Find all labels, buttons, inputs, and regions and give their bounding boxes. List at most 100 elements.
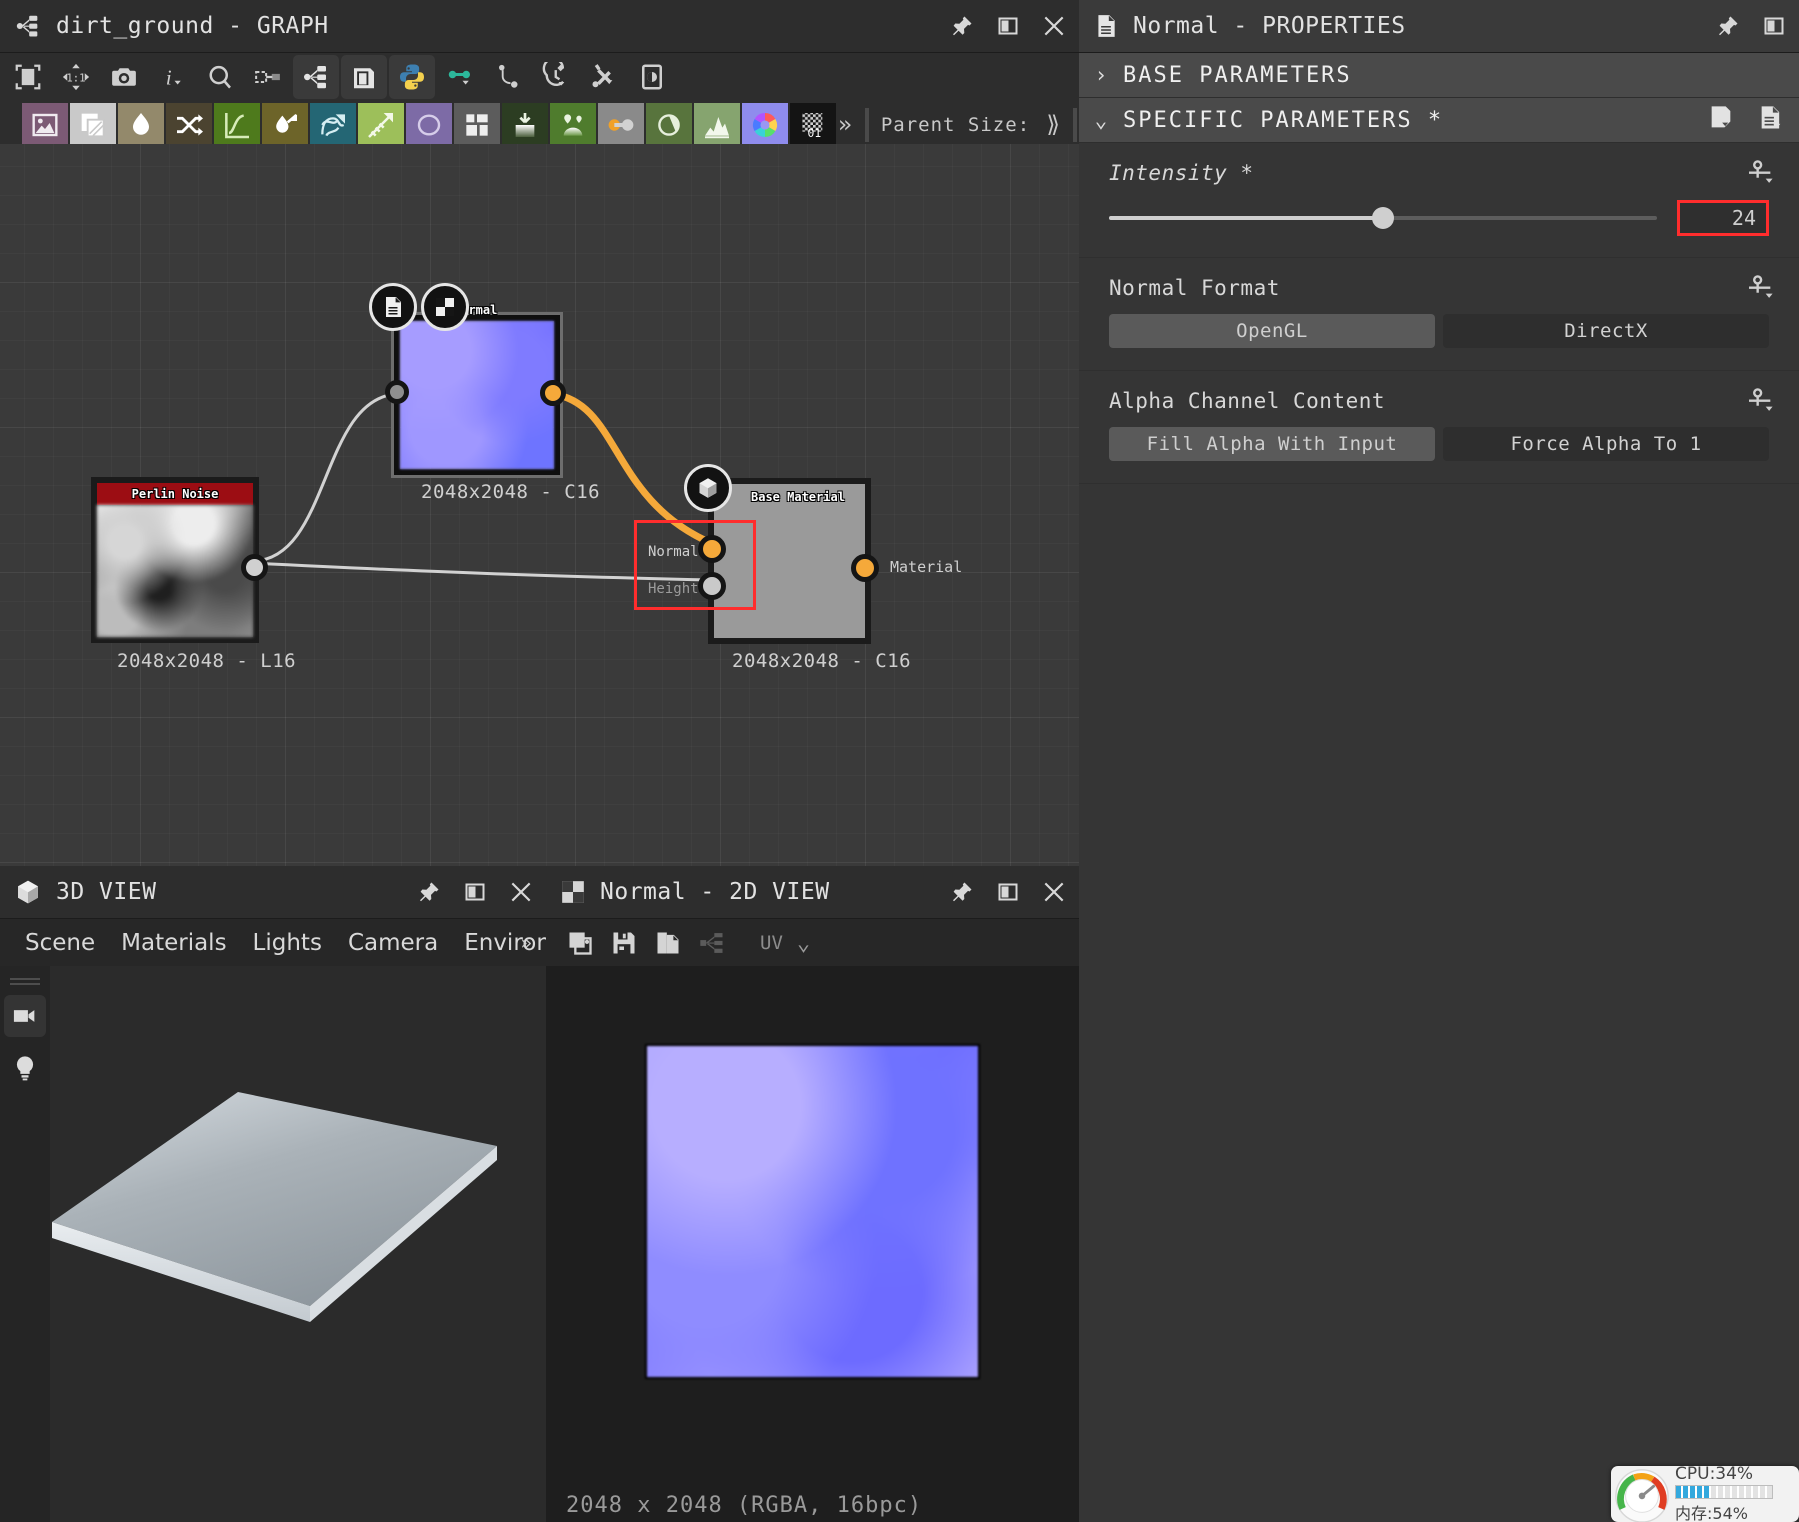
shape-node-icon[interactable] [406, 103, 452, 147]
slope-blur-node-icon[interactable] [358, 103, 404, 147]
curve-node-icon[interactable] [214, 103, 260, 147]
base-material-input-label-normal: Normal [648, 544, 699, 560]
mask-node-icon[interactable] [646, 103, 692, 147]
one-to-one-zoom-icon[interactable]: 1:1 [53, 55, 99, 99]
maximize-icon[interactable] [993, 877, 1023, 907]
fit-view-icon[interactable] [5, 55, 51, 99]
compare-icon[interactable] [558, 922, 602, 964]
warp-node-icon[interactable] [310, 103, 356, 147]
pin-icon[interactable] [1713, 11, 1743, 41]
copy-icon[interactable] [646, 922, 690, 964]
levels-node-icon[interactable] [502, 103, 548, 147]
gradient-node-icon[interactable] [262, 103, 308, 147]
cube-icon [14, 878, 42, 906]
graph-view-icon[interactable] [293, 55, 339, 99]
perlin-noise-node-title: Perlin Noise [131, 487, 219, 501]
function-link-icon[interactable] [1745, 385, 1777, 423]
function-link-icon[interactable] [1745, 272, 1777, 310]
menu-scene[interactable]: Scene [12, 925, 108, 961]
splatter-node-icon[interactable] [550, 103, 596, 147]
parent-size-more[interactable]: ⟫ [1046, 112, 1061, 138]
param-alpha-channel-content: Alpha Channel Content Fill Alpha With In… [1079, 371, 1799, 484]
palette-more-button[interactable]: » [838, 112, 853, 138]
normal-node-input-port[interactable] [385, 380, 409, 404]
view2d-body[interactable]: 2048 x 2048 (RGBA, 16bpc) [546, 966, 1079, 1522]
maximize-icon[interactable] [1759, 11, 1789, 41]
preset-load-icon[interactable] [1757, 104, 1785, 136]
bitmap-node-icon[interactable] [22, 103, 68, 147]
base-material-output-port[interactable] [851, 554, 879, 582]
section-base-parameters-label: BASE PARAMETERS [1123, 62, 1352, 88]
intensity-value-field[interactable]: 24 [1677, 200, 1769, 236]
copy-node-icon[interactable] [70, 103, 116, 147]
graph-canvas[interactable]: Perlin Noise 2048x2048 - L16 Normal 2048… [0, 144, 1079, 866]
maximize-icon[interactable] [460, 877, 490, 907]
tools-icon[interactable] [581, 55, 627, 99]
view3d-stage[interactable] [50, 966, 546, 1522]
intensity-slider[interactable] [1109, 207, 1657, 229]
timer-icon[interactable] [533, 55, 579, 99]
base-material-node[interactable]: Base Material Normal Height Material 204… [634, 464, 962, 672]
pin-icon[interactable] [947, 877, 977, 907]
maximize-icon[interactable] [993, 11, 1023, 41]
alpha-option-fill-with-input[interactable]: Fill Alpha With Input [1109, 427, 1435, 461]
layers-icon[interactable] [341, 55, 387, 99]
menu-materials[interactable]: Materials [108, 925, 239, 961]
normal-format-option-opengl[interactable]: OpenGL [1109, 314, 1435, 348]
save-icon[interactable] [602, 922, 646, 964]
base-material-normal-input-port[interactable] [698, 535, 726, 563]
toolbar-separator [864, 108, 869, 142]
histogram-node-icon[interactable] [694, 103, 740, 147]
rail-grip[interactable] [10, 978, 40, 985]
plane-mesh [52, 1092, 497, 1322]
shuffle-node-icon[interactable] [166, 103, 212, 147]
camera-icon[interactable] [101, 55, 147, 99]
menu-more-button[interactable]: » [521, 932, 532, 954]
pin-icon[interactable] [947, 11, 977, 41]
cpu-monitor-widget[interactable]: CPU:34% 内存:54% [1611, 1466, 1799, 1522]
color-wheel-node-icon[interactable] [742, 103, 788, 147]
base-material-node-caption: 2048x2048 - C16 [732, 650, 912, 672]
link-nodes-icon[interactable] [245, 55, 291, 99]
camera-tool-icon[interactable] [4, 995, 46, 1037]
base-material-height-input-port[interactable] [698, 572, 726, 600]
checker-2d-view-icon[interactable] [421, 283, 469, 331]
curve-node-icon[interactable] [485, 55, 531, 99]
transform-node-icon[interactable] [598, 103, 644, 147]
section-specific-parameters[interactable]: ⌄ SPECIFIC PARAMETERS * [1079, 98, 1799, 143]
blend-node-icon[interactable] [118, 103, 164, 147]
close-icon[interactable] [506, 877, 536, 907]
chevron-down-icon[interactable]: ⌄ [797, 931, 810, 956]
document-icon[interactable] [369, 283, 417, 331]
preset-save-icon[interactable] [1707, 104, 1735, 136]
close-icon[interactable] [1039, 11, 1069, 41]
menu-lights[interactable]: Lights [240, 925, 335, 961]
light-tool-icon[interactable] [4, 1047, 46, 1089]
python-icon[interactable] [389, 55, 435, 99]
search-icon[interactable] [197, 55, 243, 99]
close-icon[interactable] [1039, 877, 1069, 907]
perlin-noise-output-port[interactable] [241, 554, 268, 581]
view3d-body [0, 966, 546, 1522]
3d-view-icon[interactable] [684, 464, 732, 512]
graph-panel-title: dirt_ground - GRAPH [56, 13, 329, 39]
function-link-icon[interactable] [1745, 157, 1777, 195]
normal-node[interactable]: Normal 2048x2048 - C16 [369, 283, 600, 503]
base-material-input-label-height: Height [648, 581, 699, 597]
tile-node-icon[interactable] [454, 103, 500, 147]
pin-connection-icon[interactable] [437, 55, 483, 99]
section-base-parameters[interactable]: › BASE PARAMETERS [1079, 53, 1799, 98]
normal-node-output-port[interactable] [540, 380, 566, 406]
view3d-titlebar: 3D VIEW [0, 866, 546, 919]
graph-link-icon[interactable] [690, 922, 734, 964]
pin-icon[interactable] [414, 877, 444, 907]
alpha-option-force-to-1[interactable]: Force Alpha To 1 [1443, 427, 1769, 461]
menu-camera[interactable]: Camera [335, 925, 451, 961]
section-specific-parameters-label: SPECIFIC PARAMETERS * [1123, 107, 1444, 133]
normal-map-preview[interactable] [645, 1044, 980, 1379]
normal-format-option-directx[interactable]: DirectX [1443, 314, 1769, 348]
perlin-noise-node[interactable]: Perlin Noise 2048x2048 - L16 [91, 477, 296, 672]
alpha-node-icon[interactable]: 01 [790, 103, 836, 147]
info-icon[interactable]: i [149, 55, 195, 99]
preview-icon[interactable] [629, 55, 675, 99]
